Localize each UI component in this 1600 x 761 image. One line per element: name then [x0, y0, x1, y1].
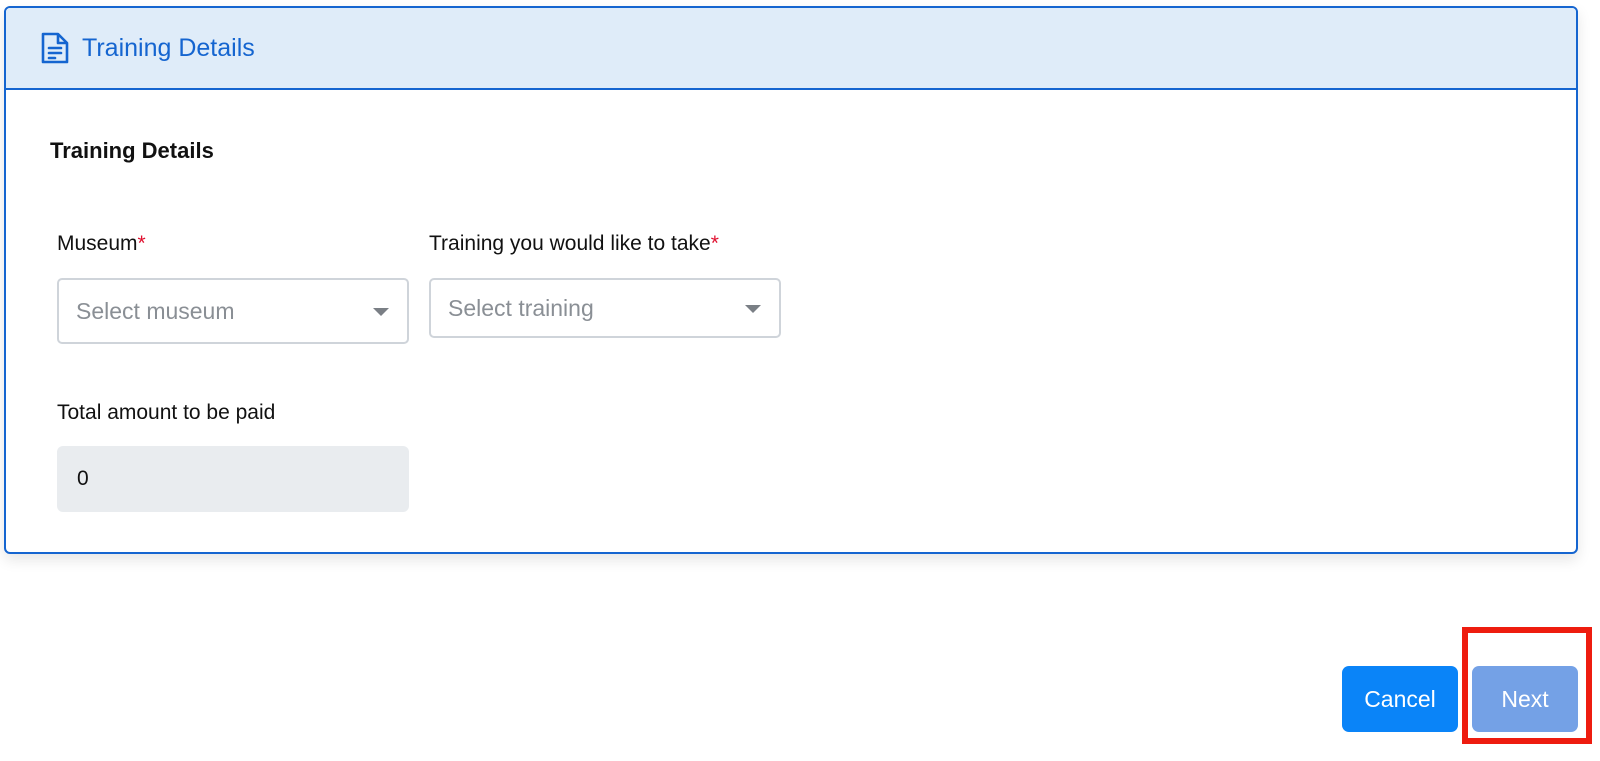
next-button[interactable]: Next [1472, 666, 1578, 732]
training-label-text: Training you would like to take [429, 232, 711, 255]
museum-required-mark: * [137, 232, 146, 255]
chevron-down-icon [373, 308, 389, 316]
training-label: Training you would like to take* [429, 232, 719, 256]
card-header: Training Details [6, 8, 1576, 90]
card-header-title: Training Details [82, 33, 255, 62]
museum-select-placeholder: Select museum [76, 297, 235, 324]
total-amount-label: Total amount to be paid [57, 401, 276, 424]
training-required-mark: * [710, 232, 719, 255]
museum-label-text: Museum [57, 232, 138, 255]
training-select[interactable]: Select training [429, 278, 781, 338]
museum-select[interactable]: Select museum [57, 278, 409, 344]
file-text-icon [40, 31, 72, 65]
section-title: Training Details [50, 138, 214, 163]
chevron-down-icon [745, 305, 761, 313]
training-select-placeholder: Select training [448, 294, 594, 321]
cancel-button[interactable]: Cancel [1342, 666, 1458, 732]
total-amount-value: 0 [77, 467, 89, 490]
museum-label: Museum* [57, 232, 146, 256]
total-amount-field: 0 [57, 446, 409, 512]
